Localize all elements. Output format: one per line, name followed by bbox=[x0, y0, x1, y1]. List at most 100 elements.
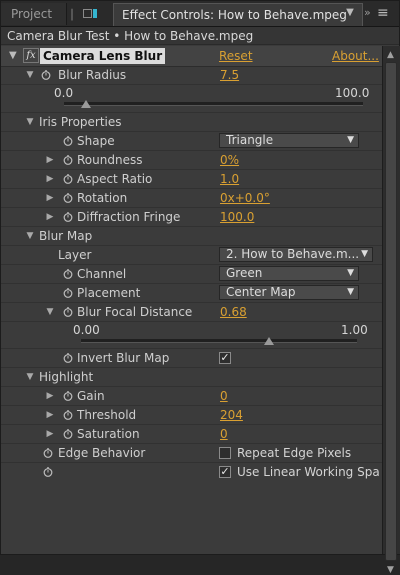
tab-project[interactable]: Project bbox=[1, 3, 67, 25]
prop-label: Gain bbox=[77, 389, 105, 403]
threshold-value[interactable]: 204 bbox=[220, 406, 243, 424]
prop-shape: Shape Triangle ▼ bbox=[1, 132, 382, 151]
chevron-down-icon[interactable]: ▼ bbox=[342, 5, 358, 21]
prop-aspect-ratio: ▶ Aspect Ratio 1.0 bbox=[1, 170, 382, 189]
twirl-closed-icon[interactable]: ▶ bbox=[45, 170, 55, 188]
twirl-open-icon[interactable]: ▼ bbox=[25, 113, 35, 131]
prop-blur-focal-distance: ▼ Blur Focal Distance 0.68 bbox=[1, 303, 382, 322]
prop-label: Aspect Ratio bbox=[77, 172, 153, 186]
tab-effect-controls[interactable]: Effect Controls: How to Behave.mpeg bbox=[113, 3, 363, 26]
stopwatch-icon[interactable] bbox=[63, 212, 73, 222]
dropdown-value: 2. How to Behave.m... bbox=[226, 247, 360, 261]
shape-dropdown[interactable]: Triangle ▼ bbox=[219, 133, 359, 148]
twirl-open-icon[interactable]: ▼ bbox=[25, 368, 35, 386]
twirl-closed-icon[interactable]: ▶ bbox=[45, 208, 55, 226]
rotation-value[interactable]: 0x+0.0° bbox=[220, 189, 270, 207]
twirl-open-icon[interactable]: ▼ bbox=[45, 303, 55, 321]
stopwatch-icon[interactable] bbox=[63, 155, 73, 165]
blur-radius-slider-thumb[interactable] bbox=[81, 100, 92, 108]
roundness-value[interactable]: 0% bbox=[220, 151, 239, 169]
vertical-scrollbar[interactable]: ▲ ▼ bbox=[382, 46, 400, 575]
stopwatch-icon[interactable] bbox=[63, 136, 73, 146]
prop-channel: Channel Green ▼ bbox=[1, 265, 382, 284]
prop-invert-blur-map: Invert Blur Map ✓ bbox=[1, 349, 382, 368]
stopwatch-icon[interactable] bbox=[63, 429, 73, 439]
lock-icon[interactable] bbox=[83, 9, 92, 18]
slider-max: 100.0 bbox=[335, 86, 370, 100]
twirl-closed-icon[interactable]: ▶ bbox=[45, 406, 55, 424]
group-label: Highlight bbox=[39, 370, 94, 384]
aspect-ratio-value[interactable]: 1.0 bbox=[220, 170, 239, 188]
blur-radius-slider-track[interactable] bbox=[64, 102, 363, 106]
focal-distance-slider-thumb[interactable] bbox=[263, 337, 274, 345]
stopwatch-icon[interactable] bbox=[63, 269, 73, 279]
layer-dropdown[interactable]: 2. How to Behave.m... ▼ bbox=[219, 247, 373, 262]
stopwatch-icon[interactable] bbox=[63, 288, 73, 298]
stopwatch-icon[interactable] bbox=[63, 193, 73, 203]
prop-label: Channel bbox=[77, 267, 127, 281]
placement-dropdown[interactable]: Center Map ▼ bbox=[219, 285, 359, 300]
channel-dropdown[interactable]: Green ▼ bbox=[219, 266, 359, 281]
group-iris-properties: ▼ Iris Properties bbox=[1, 113, 382, 132]
stopwatch-icon[interactable] bbox=[63, 174, 73, 184]
stopwatch-icon[interactable] bbox=[63, 410, 73, 420]
fx-toggle-icon[interactable]: fx bbox=[23, 48, 39, 63]
prop-label: Edge Behavior bbox=[58, 446, 146, 460]
comp-layer-breadcrumb: Camera Blur Test • How to Behave.mpeg bbox=[1, 27, 399, 45]
repeat-edge-pixels-checkbox[interactable] bbox=[219, 447, 231, 459]
blur-radius-slider-row: 0.0 100.0 bbox=[1, 85, 382, 113]
scroll-up-icon[interactable]: ▲ bbox=[387, 50, 394, 60]
prop-label: Invert Blur Map bbox=[77, 351, 170, 365]
close-icon[interactable]: ∣ bbox=[69, 3, 81, 25]
twirl-open-icon[interactable]: ▼ bbox=[25, 66, 35, 84]
group-label: Blur Map bbox=[39, 229, 93, 243]
prop-layer: Layer 2. How to Behave.m... ▼ bbox=[1, 246, 382, 265]
gain-value[interactable]: 0 bbox=[220, 387, 228, 405]
stopwatch-icon[interactable] bbox=[63, 391, 73, 401]
stopwatch-icon[interactable] bbox=[63, 353, 73, 363]
reset-link[interactable]: Reset bbox=[219, 48, 253, 64]
prop-edge-behavior: Edge Behavior Repeat Edge Pixels bbox=[1, 444, 382, 463]
twirl-closed-icon[interactable]: ▶ bbox=[45, 189, 55, 207]
focal-distance-slider-track[interactable] bbox=[81, 339, 357, 343]
dropdown-value: Triangle bbox=[226, 133, 274, 147]
slider-min: 0.00 bbox=[73, 323, 100, 337]
chevron-down-icon: ▼ bbox=[361, 249, 368, 259]
group-label: Iris Properties bbox=[39, 115, 122, 129]
chevron-down-icon: ▼ bbox=[347, 135, 354, 145]
prop-saturation: ▶ Saturation 0 bbox=[1, 425, 382, 444]
stopwatch-icon[interactable] bbox=[43, 448, 53, 458]
blur-radius-value[interactable]: 7.5 bbox=[220, 66, 239, 84]
panel-menu-icon[interactable]: ≡ bbox=[377, 6, 393, 20]
group-highlight: ▼ Highlight bbox=[1, 368, 382, 387]
twirl-closed-icon[interactable]: ▶ bbox=[45, 387, 55, 405]
slider-max: 1.00 bbox=[341, 323, 368, 337]
twirl-open-icon[interactable]: ▼ bbox=[9, 50, 17, 61]
effect-name[interactable]: Camera Lens Blur bbox=[40, 48, 166, 64]
invert-blur-map-checkbox[interactable]: ✓ bbox=[219, 352, 231, 364]
saturation-value[interactable]: 0 bbox=[220, 425, 228, 443]
stopwatch-icon[interactable] bbox=[43, 467, 53, 477]
stopwatch-icon[interactable] bbox=[41, 70, 51, 80]
twirl-closed-icon[interactable]: ▶ bbox=[45, 151, 55, 169]
chevron-down-icon: ▼ bbox=[347, 287, 354, 297]
linear-working-space-checkbox[interactable]: ✓ bbox=[219, 466, 231, 478]
prop-threshold: ▶ Threshold 204 bbox=[1, 406, 382, 425]
focal-distance-slider-row: 0.00 1.00 bbox=[1, 322, 382, 349]
scrollbar-thumb[interactable] bbox=[385, 62, 397, 561]
prop-label: Rotation bbox=[77, 191, 128, 205]
twirl-open-icon[interactable]: ▼ bbox=[25, 227, 35, 245]
about-link[interactable]: About... bbox=[332, 48, 379, 64]
empty-panel-area bbox=[1, 479, 382, 554]
dropdown-value: Center Map bbox=[226, 285, 296, 299]
stopwatch-icon[interactable] bbox=[63, 307, 73, 317]
blur-focal-distance-value[interactable]: 0.68 bbox=[220, 303, 247, 321]
scroll-down-icon[interactable]: ▼ bbox=[387, 565, 394, 575]
twirl-closed-icon[interactable]: ▶ bbox=[45, 425, 55, 443]
diffraction-fringe-value[interactable]: 100.0 bbox=[220, 208, 254, 226]
overflow-chevron-icon[interactable]: » bbox=[364, 6, 376, 20]
panel-tab-bar: Project ∣ Effect Controls: How to Behave… bbox=[1, 1, 399, 27]
prop-label: Layer bbox=[58, 248, 92, 262]
slider-min: 0.0 bbox=[54, 86, 74, 100]
group-blur-map: ▼ Blur Map bbox=[1, 227, 382, 246]
